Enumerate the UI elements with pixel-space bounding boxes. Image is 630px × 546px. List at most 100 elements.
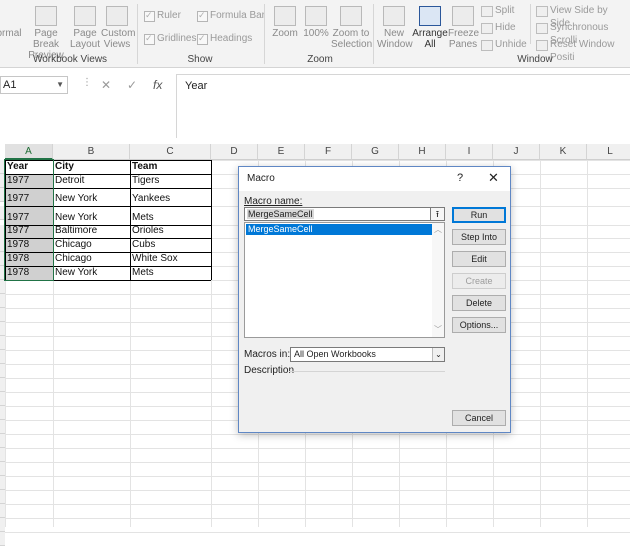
zoom-to-selection-button[interactable]: Zoom to Selection [331, 6, 372, 50]
table-cell[interactable]: Chicago [53, 252, 130, 266]
row-header[interactable] [0, 476, 5, 490]
row-header[interactable] [0, 378, 5, 392]
freeze-panes-icon [452, 6, 474, 26]
table-cell[interactable]: New York [53, 192, 130, 206]
headings-checkbox[interactable]: Headings [197, 32, 252, 45]
table-cell[interactable]: Baltimore [53, 224, 130, 238]
macro-list[interactable]: MergeSameCell ︿ ﹀ [244, 222, 445, 338]
table-cell[interactable]: Detroit [53, 174, 130, 188]
column-header-c[interactable]: C [130, 144, 211, 160]
chevron-down-icon[interactable]: ﹀ [434, 324, 442, 335]
gridlines-checkbox[interactable]: Gridlines [144, 32, 196, 45]
table-cell[interactable]: 1977 [5, 174, 53, 188]
row-header[interactable] [0, 434, 5, 448]
table-cell[interactable]: 1977 [5, 211, 53, 225]
column-header-f[interactable]: F [305, 144, 352, 160]
edit-button[interactable]: Edit [452, 251, 506, 267]
formula-bar-checkbox[interactable]: Formula Bar [197, 9, 265, 22]
table-cell[interactable]: New York [53, 266, 130, 280]
table-cell[interactable]: Cubs [130, 238, 211, 252]
create-button[interactable]: Create [452, 273, 506, 289]
cancel-button[interactable]: Cancel [452, 410, 506, 426]
row-header[interactable] [0, 392, 5, 406]
row-header[interactable] [0, 364, 5, 378]
arrange-all-button[interactable]: Arrange All [412, 6, 448, 50]
column-header-d[interactable]: D [211, 144, 258, 160]
column-header-j[interactable]: J [493, 144, 540, 160]
ruler-checkbox[interactable]: Ruler [144, 9, 181, 22]
table-cell[interactable]: 1978 [5, 266, 53, 280]
row-header[interactable] [0, 336, 5, 350]
synchronous-scrolling-button[interactable]: Synchronous Scrolli [536, 21, 630, 46]
column-header-k[interactable]: K [540, 144, 587, 160]
table-cell[interactable]: Yankees [130, 192, 211, 206]
hide-button[interactable]: Hide [481, 21, 516, 34]
normal-view-button[interactable]: ormal [0, 6, 22, 39]
upload-arrow-icon[interactable]: ⭱ [430, 207, 445, 221]
column-header-a[interactable]: A [5, 144, 53, 160]
row-header[interactable] [0, 518, 5, 532]
page-break-preview-button[interactable]: Page Break Preview [24, 6, 68, 61]
cancel-entry-button[interactable]: ✕ [101, 76, 111, 94]
column-header-b[interactable]: B [53, 144, 130, 160]
macro-name-input[interactable]: MergeSameCell [244, 207, 444, 221]
table-cell[interactable]: New York [53, 211, 130, 225]
name-box[interactable]: A1 ▼ [0, 76, 68, 94]
new-window-button[interactable]: New Window [377, 6, 413, 50]
freeze-panes-button[interactable]: Freeze Panes [448, 6, 479, 50]
row-header[interactable] [0, 294, 5, 308]
page-layout-button[interactable]: Page Layout [70, 6, 100, 50]
column-header-e[interactable]: E [258, 144, 305, 160]
row-header[interactable] [0, 350, 5, 364]
custom-views-button[interactable]: Custom Views [101, 6, 135, 50]
table-cell[interactable]: Tigers [130, 174, 211, 188]
table-cell[interactable]: 1977 [5, 224, 53, 238]
split-button[interactable]: Split [481, 4, 514, 17]
options-button[interactable]: Options... [452, 317, 506, 333]
row-header[interactable] [0, 490, 5, 504]
row-header[interactable] [0, 462, 5, 476]
list-scrollbar[interactable]: ︿ ﹀ [432, 223, 444, 337]
column-header-h[interactable]: H [399, 144, 446, 160]
column-header-l[interactable]: L [587, 144, 630, 160]
row-header[interactable] [0, 280, 5, 294]
row-header[interactable] [0, 322, 5, 336]
column-header-g[interactable]: G [352, 144, 399, 160]
step-into-button[interactable]: Step Into [452, 229, 506, 245]
table-header-cell[interactable]: Team [130, 160, 211, 174]
row-header[interactable] [0, 308, 5, 322]
table-cell[interactable]: Mets [130, 266, 211, 280]
row-header[interactable] [0, 406, 5, 420]
table-cell[interactable]: 1978 [5, 238, 53, 252]
insert-function-button[interactable]: fx [153, 76, 162, 94]
table-cell[interactable]: Chicago [53, 238, 130, 252]
formula-input[interactable]: Year [176, 74, 630, 138]
row-header[interactable] [0, 504, 5, 518]
table-cell[interactable]: Mets [130, 211, 211, 225]
help-button[interactable]: ? [457, 172, 463, 184]
table-cell[interactable]: 1978 [5, 252, 53, 266]
column-header-i[interactable]: I [446, 144, 493, 160]
table-cell[interactable]: White Sox [130, 252, 211, 266]
delete-button[interactable]: Delete [452, 295, 506, 311]
macros-in-select[interactable]: All Open Workbooks ⌄ [290, 347, 445, 362]
drag-handle-icon: ⋮ [82, 77, 92, 88]
reset-window-position-button[interactable]: Reset Window Positi [536, 38, 630, 63]
zoom-100-button[interactable]: 100% [302, 6, 330, 39]
zoom-button[interactable]: Zoom [270, 6, 300, 39]
row-header[interactable] [0, 448, 5, 462]
unhide-button[interactable]: Unhide [481, 38, 527, 51]
row-header[interactable] [0, 532, 5, 546]
close-button[interactable]: ✕ [488, 170, 499, 186]
table-header-cell[interactable]: City [53, 160, 130, 174]
gridline [0, 434, 630, 435]
view-side-by-side-button[interactable]: View Side by Side [536, 4, 630, 29]
run-button[interactable]: Run [452, 207, 506, 223]
table-cell[interactable]: 1977 [5, 192, 53, 206]
macro-list-item[interactable]: MergeSameCell [246, 224, 432, 235]
chevron-up-icon[interactable]: ︿ [434, 224, 442, 235]
enter-entry-button[interactable]: ✓ [127, 76, 137, 94]
table-cell[interactable]: Orioles [130, 224, 211, 238]
row-header[interactable] [0, 420, 5, 434]
table-header-cell[interactable]: Year [5, 160, 53, 174]
